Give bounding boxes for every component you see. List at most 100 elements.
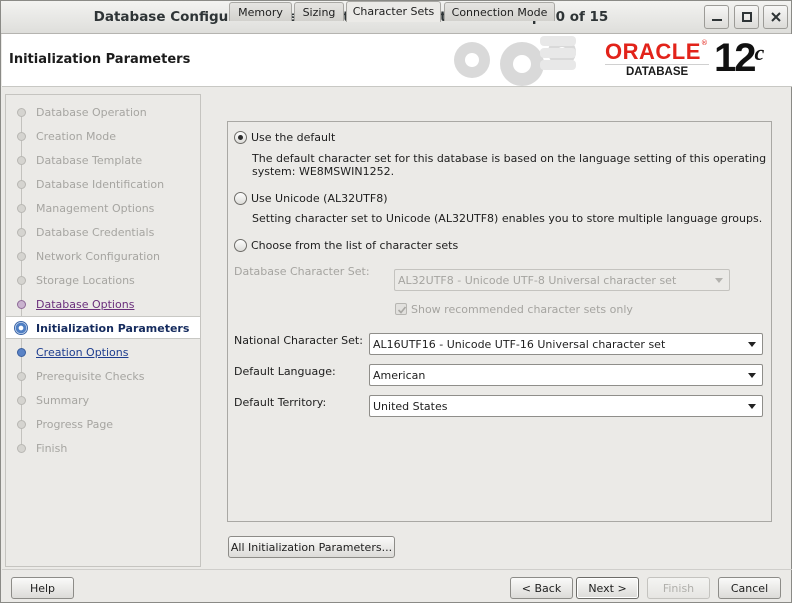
- chevron-down-icon: [748, 373, 756, 378]
- default-territory-label: Default Territory:: [234, 396, 327, 409]
- step-label: Database Credentials: [36, 226, 155, 239]
- tab-connection-mode[interactable]: Connection Mode: [444, 2, 555, 21]
- help-button[interactable]: Help: [11, 577, 74, 599]
- step-label: Prerequisite Checks: [36, 370, 145, 383]
- maximize-button[interactable]: [734, 5, 759, 29]
- step-dot-icon: [17, 132, 26, 141]
- dbca-window: Database Configuration Assistant - Creat…: [0, 0, 792, 603]
- oracle-logo: ORACLE® DATABASE: [605, 39, 709, 78]
- show-recommended-label: Show recommended character sets only: [411, 303, 633, 316]
- national-charset-value: AL16UTF16 - Unicode UTF-16 Universal cha…: [373, 338, 666, 351]
- close-icon: [771, 12, 781, 22]
- step-finish: Finish: [6, 437, 200, 460]
- step-dot-icon: [17, 396, 26, 405]
- check-icon: [397, 306, 407, 314]
- use-default-radio[interactable]: [234, 131, 247, 144]
- character-sets-panel: [227, 121, 772, 522]
- db-charset-value: AL32UTF8 - Unicode UTF-8 Universal chara…: [398, 274, 677, 287]
- chevron-down-icon: [748, 404, 756, 409]
- page-header: Initialization Parameters ORACLE® DATABA…: [2, 34, 792, 87]
- step-label: Database Template: [36, 154, 143, 167]
- version-logo: 12c: [714, 36, 764, 81]
- step-database-identification: Database Identification: [6, 173, 200, 196]
- step-prerequisite-checks: Prerequisite Checks: [6, 365, 200, 388]
- step-label[interactable]: Creation Options: [36, 346, 128, 359]
- default-description-line1: The default character set for this datab…: [252, 152, 767, 165]
- tab-character-sets[interactable]: Character Sets: [346, 1, 441, 22]
- tab-sizing[interactable]: Sizing: [294, 2, 344, 21]
- step-summary: Summary: [6, 389, 200, 412]
- use-unicode-radio[interactable]: [234, 192, 247, 205]
- step-label[interactable]: Database Options: [36, 298, 134, 311]
- step-dot-icon: [17, 276, 26, 285]
- chevron-down-icon: [748, 342, 756, 347]
- step-label: Creation Mode: [36, 130, 117, 143]
- db-charset-label: Database Character Set:: [234, 265, 370, 278]
- default-territory-select[interactable]: United States: [369, 395, 763, 417]
- step-dot-icon: [17, 420, 26, 429]
- step-database-options[interactable]: Database Options: [6, 293, 200, 316]
- logo-rule: [605, 64, 709, 65]
- steps-navigation: Database Operation Creation Mode Databas…: [5, 94, 201, 567]
- step-network-configuration: Network Configuration: [6, 245, 200, 268]
- version-number: 12: [714, 36, 756, 80]
- use-default-label[interactable]: Use the default: [251, 131, 335, 144]
- default-description-line2: system: WE8MSWIN1252.: [252, 165, 395, 178]
- maximize-icon: [742, 12, 752, 22]
- step-dot-icon: [17, 156, 26, 165]
- step-label: Management Options: [36, 202, 155, 215]
- step-label: Network Configuration: [36, 250, 161, 263]
- step-creation-options[interactable]: Creation Options: [6, 341, 200, 364]
- step-management-options: Management Options: [6, 197, 200, 220]
- use-unicode-label[interactable]: Use Unicode (AL32UTF8): [251, 192, 387, 205]
- default-language-value: American: [373, 369, 426, 382]
- current-step-icon: [14, 321, 28, 335]
- step-dot-icon: [17, 252, 26, 261]
- gears-graphic: [454, 36, 576, 86]
- step-label: Finish: [36, 442, 68, 455]
- choose-list-radio[interactable]: [234, 239, 247, 252]
- step-label: Progress Page: [36, 418, 114, 431]
- db-charset-select: AL32UTF8 - Unicode UTF-8 Universal chara…: [394, 269, 730, 291]
- step-database-operation: Database Operation: [6, 101, 200, 124]
- chevron-down-icon: [715, 278, 723, 283]
- next-button[interactable]: Next >: [576, 577, 639, 599]
- cancel-button[interactable]: Cancel: [718, 577, 781, 599]
- show-recommended-checkbox: [395, 303, 407, 315]
- finish-button: Finish: [647, 577, 710, 599]
- step-initialization-parameters: Initialization Parameters: [6, 316, 200, 339]
- default-language-select[interactable]: American: [369, 364, 763, 386]
- step-dot-icon: [17, 108, 26, 117]
- close-window-button[interactable]: [763, 5, 788, 29]
- default-territory-value: United States: [373, 400, 448, 413]
- all-init-params-button[interactable]: All Initialization Parameters...: [228, 536, 395, 558]
- choose-list-label[interactable]: Choose from the list of character sets: [251, 239, 458, 252]
- national-charset-select[interactable]: AL16UTF16 - Unicode UTF-16 Universal cha…: [369, 333, 763, 355]
- tab-memory[interactable]: Memory: [229, 2, 292, 21]
- step-creation-mode: Creation Mode: [6, 125, 200, 148]
- brand-name: ORACLE: [605, 39, 701, 64]
- step-dot-icon: [17, 444, 26, 453]
- step-progress-page: Progress Page: [6, 413, 200, 436]
- registered-mark: ®: [700, 39, 708, 47]
- step-dot-icon: [17, 204, 26, 213]
- unicode-description: Setting character set to Unicode (AL32UT…: [252, 212, 763, 225]
- minimize-icon: [712, 19, 722, 21]
- step-label: Summary: [36, 394, 90, 407]
- step-dot-icon: [17, 372, 26, 381]
- step-label: Initialization Parameters: [36, 322, 190, 335]
- version-suffix: c: [754, 40, 765, 65]
- step-database-template: Database Template: [6, 149, 200, 172]
- minimize-button[interactable]: [704, 5, 729, 29]
- step-dot-icon: [17, 300, 26, 309]
- back-button[interactable]: < Back: [510, 577, 573, 599]
- step-dot-icon: [17, 180, 26, 189]
- step-storage-locations: Storage Locations: [6, 269, 200, 292]
- step-label: Storage Locations: [36, 274, 135, 287]
- step-label: Database Operation: [36, 106, 147, 119]
- step-label: Database Identification: [36, 178, 165, 191]
- step-dot-icon: [17, 228, 26, 237]
- default-language-label: Default Language:: [234, 365, 336, 378]
- step-database-credentials: Database Credentials: [6, 221, 200, 244]
- step-dot-icon: [17, 348, 26, 357]
